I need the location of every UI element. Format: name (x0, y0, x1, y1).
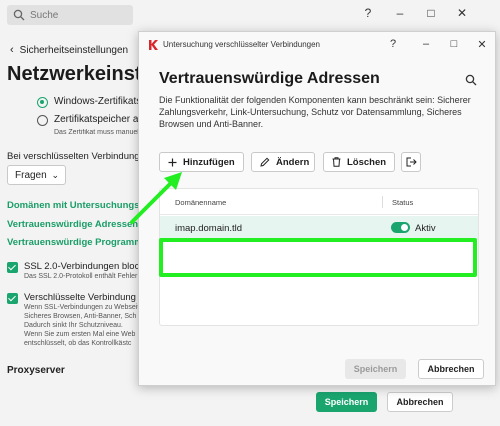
delete-button[interactable]: Löschen (323, 152, 395, 172)
search-input[interactable]: Suche (7, 5, 133, 25)
status-toggle[interactable] (391, 222, 410, 233)
close-button[interactable]: ✕ (454, 6, 470, 20)
option-label: SSL 2.0-Verbindungen blockieren (24, 261, 138, 272)
column-divider (382, 196, 383, 208)
plus-icon (168, 158, 177, 167)
dialog-minimize-button[interactable]: – (419, 38, 433, 50)
page-title: Netzwerkeinstellungen (7, 63, 138, 85)
status-cell: Aktiv (415, 223, 436, 234)
dialog-maximize-button[interactable]: □ (447, 38, 461, 50)
radio-custom-store[interactable]: Zertifikatspeicher auswählen (37, 114, 138, 126)
excluded-domains-link[interactable]: Domänen mit Untersuchungsfehlern (7, 200, 138, 211)
radio-button-selected[interactable] (37, 97, 48, 108)
edit-button[interactable]: Ändern (251, 152, 315, 172)
pencil-icon (260, 157, 270, 167)
add-button[interactable]: Hinzufügen (159, 152, 244, 172)
ssl2-block-option[interactable]: SSL 2.0-Verbindungen blockieren Das SSL … (7, 261, 138, 281)
action-dropdown[interactable]: Fragen ⌄ (7, 165, 66, 185)
dialog-close-button[interactable]: ✕ (475, 38, 489, 51)
dialog-heading: Vertrauenswürdige Adressen (159, 70, 380, 87)
back-link-label: Sicherheitseinstellungen (19, 44, 129, 56)
option-description: Das SSL 2.0-Protokoll enthält Fehler (24, 273, 138, 280)
search-icon[interactable] (465, 74, 477, 86)
option-description: Dadurch sinkt Ihr Schutzniveau. (24, 322, 123, 329)
back-link[interactable]: ‹ Sicherheitseinstellungen (10, 44, 128, 56)
domain-cell: imap.domain.tld (175, 223, 243, 234)
table-header: Domänenname Status (160, 189, 478, 215)
search-placeholder: Suche (30, 9, 59, 21)
dialog-save-button[interactable]: Speichern (345, 359, 406, 379)
main-save-button[interactable]: Speichern (316, 392, 377, 412)
main-titlebar: Suche ? – □ ✕ (0, 0, 500, 30)
dialog-cancel-button[interactable]: Abbrechen (418, 359, 484, 379)
table-row[interactable]: imap.domain.tld Aktiv (160, 216, 478, 240)
chevron-left-icon: ‹ (10, 44, 14, 56)
trusted-addresses-dialog: Untersuchung verschlüsselter Verbindunge… (138, 31, 496, 386)
highlight-annotation (159, 238, 477, 277)
checkbox-checked[interactable] (7, 293, 18, 304)
option-label: Verschlüsselte Verbindung mit (24, 292, 138, 303)
trusted-programs-link[interactable]: Vertrauenswürdige Programme (7, 237, 138, 248)
encrypted-connection-option[interactable]: Verschlüsselte Verbindung mit Wenn SSL-V… (7, 292, 138, 348)
edit-button-label: Ändern (276, 156, 310, 168)
radio-label: Windows-Zertifikatspeicher (54, 96, 138, 107)
chevron-down-icon: ⌄ (51, 170, 59, 180)
option-description: entschlüsselt, ob das Kontrollkästc (24, 340, 132, 347)
dialog-titlebar: Untersuchung verschlüsselter Verbindunge… (139, 32, 495, 58)
trusted-addresses-link[interactable]: Vertrauenswürdige Adressen (7, 219, 138, 230)
column-header-status[interactable]: Status (392, 198, 413, 207)
export-button[interactable] (401, 152, 421, 172)
kaspersky-logo-icon (149, 40, 158, 50)
encrypted-connections-label: Bei verschlüsselten Verbindungen (7, 151, 138, 162)
option-description: Wenn SSL-Verbindungen zu Webseiten (24, 304, 138, 311)
radio-windows-store[interactable]: Windows-Zertifikatspeicher (37, 96, 138, 108)
main-cancel-button[interactable]: Abbrechen (387, 392, 453, 412)
add-button-label: Hinzufügen (183, 156, 235, 168)
option-description: Wenn Sie zum ersten Mal eine Web (24, 331, 136, 338)
export-icon (406, 157, 417, 167)
option-text: Verschlüsselte Verbindung mit Wenn SSL-V… (24, 292, 138, 348)
help-button[interactable]: ? (360, 6, 376, 20)
option-text: SSL 2.0-Verbindungen blockieren Das SSL … (24, 261, 138, 281)
dialog-description: Die Funktionalität der folgenden Kompone… (159, 95, 471, 129)
radio-label: Zertifikatspeicher auswählen (54, 114, 138, 125)
column-header-domain[interactable]: Domänenname (175, 198, 226, 207)
minimize-button[interactable]: – (392, 6, 408, 20)
dialog-help-button[interactable]: ? (386, 38, 400, 50)
proxy-section-title: Proxyserver (7, 365, 65, 376)
dialog-title: Untersuchung verschlüsselter Verbindunge… (163, 40, 320, 49)
trash-icon (332, 157, 341, 167)
option-description: Sicheres Browsen, Anti-Banner, Sch (24, 313, 137, 320)
search-icon (13, 9, 25, 21)
dropdown-value: Fragen (15, 169, 47, 181)
checkbox-checked[interactable] (7, 262, 18, 273)
radio-note: Das Zertifikat muss manuell (54, 129, 138, 136)
radio-button[interactable] (37, 115, 48, 126)
delete-button-label: Löschen (347, 156, 387, 168)
maximize-button[interactable]: □ (423, 6, 439, 20)
